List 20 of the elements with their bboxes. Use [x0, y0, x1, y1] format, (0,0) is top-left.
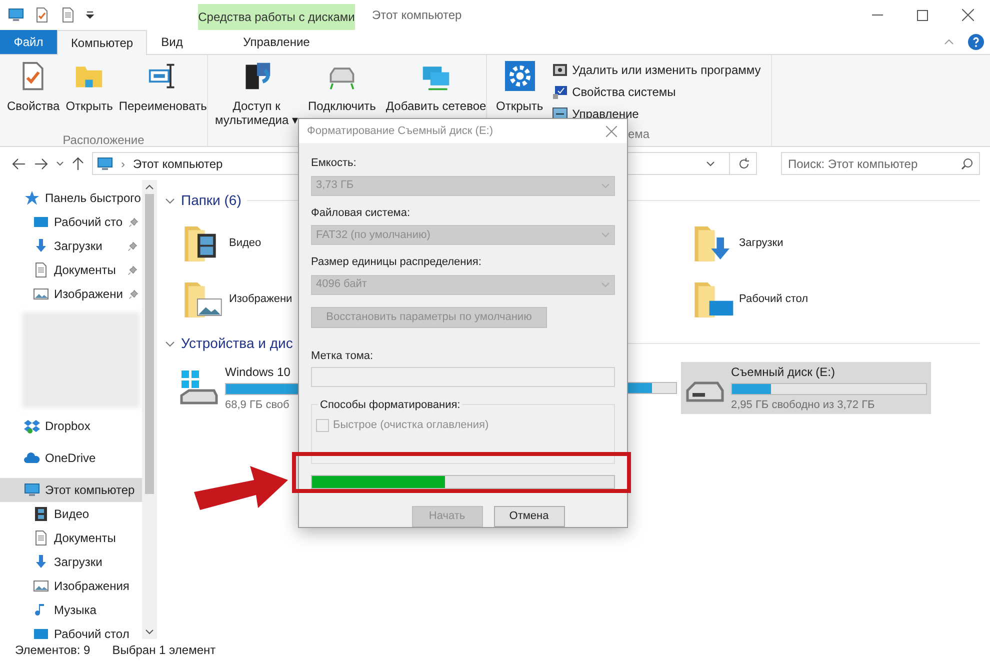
status-item-count: Элементов: 9	[15, 642, 90, 659]
field-label: Файловая система:	[311, 206, 412, 220]
section-title: Устройства и дис	[181, 334, 293, 353]
dialog-title: Форматирование Съемный диск (E:)	[307, 124, 494, 139]
field-label: Метка тома:	[311, 348, 374, 364]
status-selection: Выбран 1 элемент	[112, 642, 216, 659]
drive-name: Съемный диск (E:)	[731, 364, 836, 381]
field-label: Емкость:	[311, 156, 358, 171]
drive-free-space: 68,9 ГБ своб	[225, 398, 290, 413]
address-text: Этот компьютер	[133, 156, 223, 172]
breadcrumb-separator: ›	[121, 156, 125, 172]
window-title: Этот компьютер	[372, 7, 462, 24]
group-label: Расположение	[62, 132, 144, 149]
section-title: Папки (6)	[181, 191, 242, 210]
drive-name: Windows 10	[225, 364, 292, 381]
context-tab-header: Средства работы с дисками	[198, 4, 355, 30]
field-label: Размер единицы распределения:	[311, 255, 482, 270]
group-title: Способы форматирования:	[318, 397, 462, 414]
group-label: ема	[628, 126, 650, 143]
drive-free-space: 2,95 ГБ свободно из 3,72 ГБ	[731, 398, 875, 413]
